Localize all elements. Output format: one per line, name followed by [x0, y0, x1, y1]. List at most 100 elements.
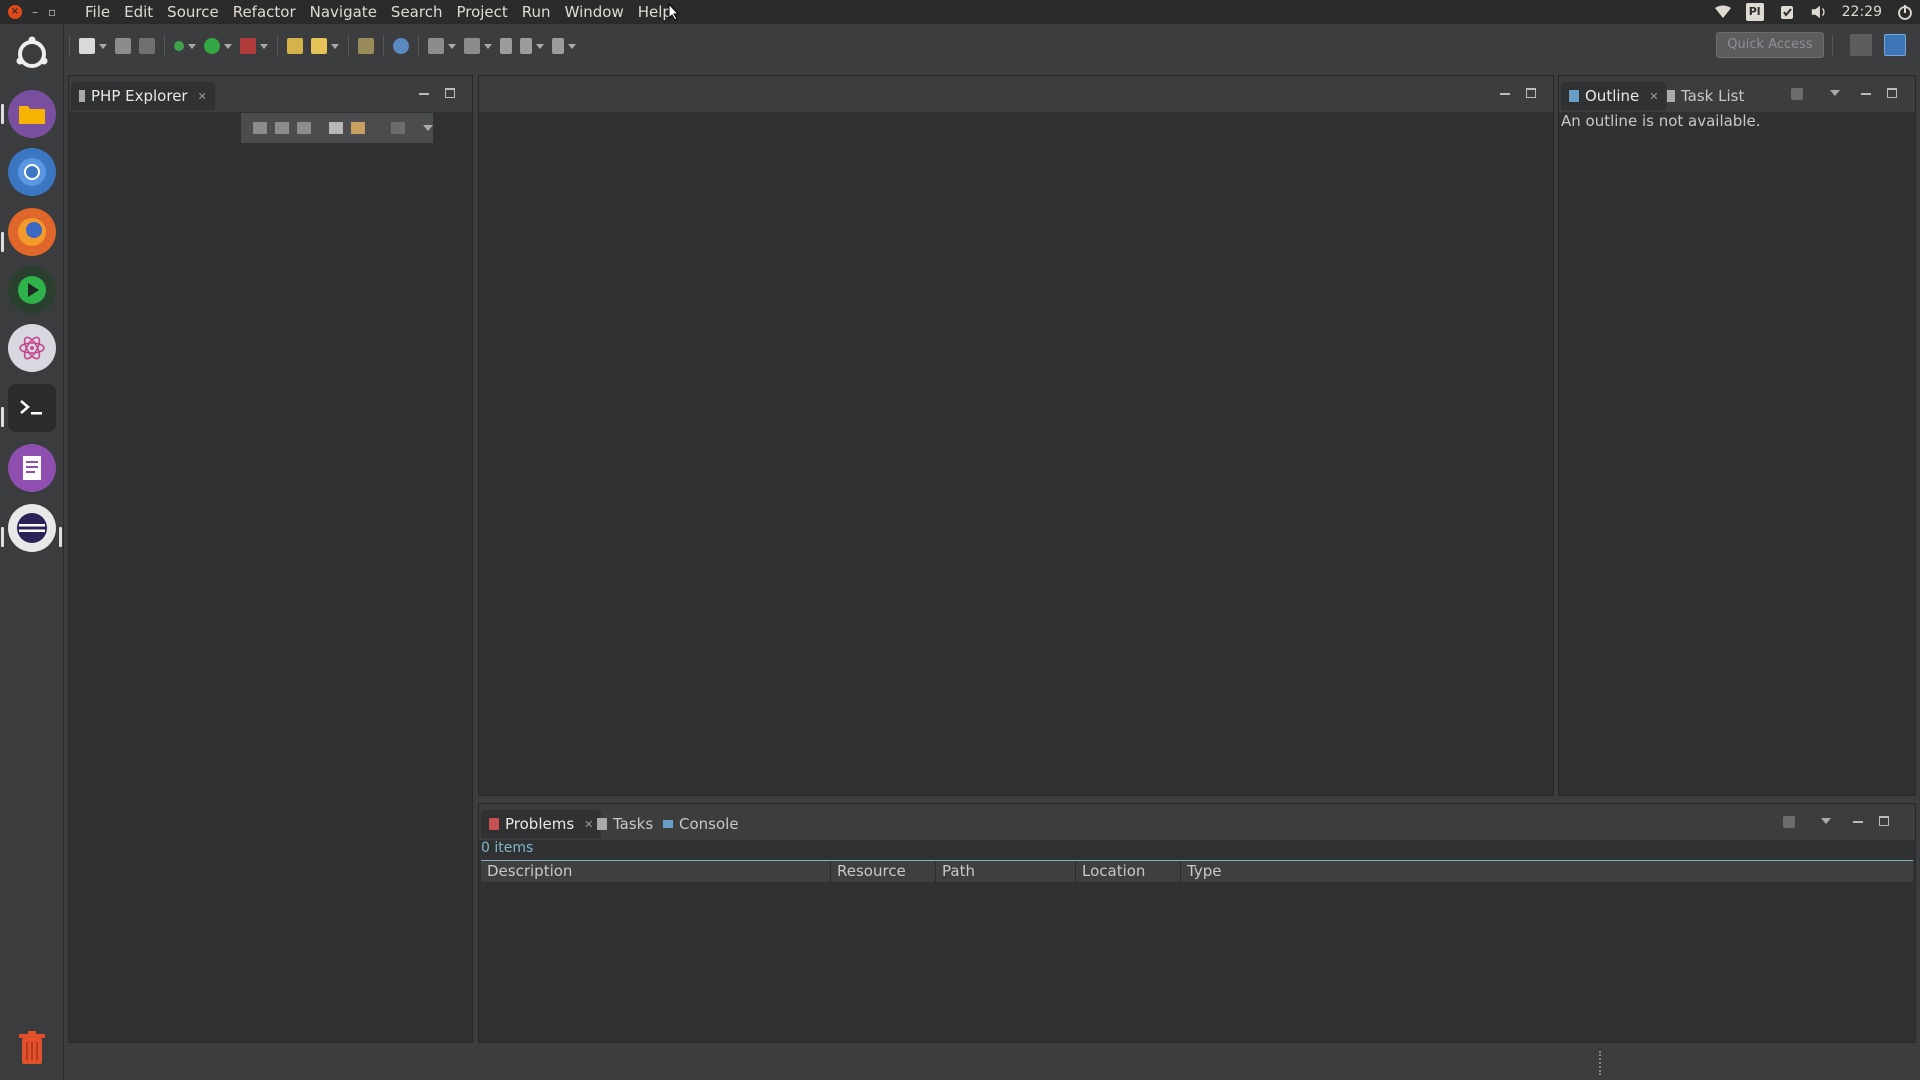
toolbar-separator — [418, 35, 419, 57]
tab-outline[interactable]: Outline ✕ — [1561, 82, 1667, 110]
close-icon[interactable]: ✕ — [198, 90, 207, 103]
chevron-down-icon[interactable] — [448, 43, 456, 49]
minimize-view-icon[interactable] — [1860, 88, 1872, 100]
firefox-icon[interactable] — [8, 208, 56, 256]
quick-access-input[interactable]: Quick Access — [1716, 32, 1824, 58]
view-menu-icon[interactable] — [1830, 90, 1840, 96]
open-perspective-icon[interactable] — [1850, 34, 1872, 56]
focused-indicator — [59, 527, 62, 547]
highlight-icon[interactable] — [358, 38, 374, 54]
column-header-path[interactable]: Path — [936, 861, 1076, 882]
wifi-icon[interactable] — [1714, 4, 1732, 20]
media-player-icon[interactable] — [8, 266, 56, 314]
chevron-down-icon[interactable] — [260, 43, 268, 49]
menu-project[interactable]: Project — [449, 0, 514, 24]
console-icon — [663, 820, 673, 828]
problems-items-count: 0 items — [481, 840, 534, 856]
minimize-view-icon[interactable] — [418, 88, 430, 100]
menu-window[interactable]: Window — [558, 0, 631, 24]
new-wizard-icon[interactable] — [311, 38, 327, 54]
search-icon[interactable] — [393, 38, 409, 54]
restore-window-icon[interactable]: ▫ — [48, 5, 56, 19]
focus-icon[interactable] — [391, 122, 405, 134]
forward-icon[interactable] — [275, 122, 289, 134]
up-icon[interactable] — [297, 122, 311, 134]
eclipse-ide-icon[interactable] — [8, 504, 56, 552]
maximize-view-icon[interactable] — [445, 88, 455, 98]
toolbar-separator — [1832, 35, 1833, 57]
save-icon[interactable] — [115, 38, 131, 54]
close-window-icon[interactable]: × — [8, 5, 22, 19]
last-edit-icon[interactable] — [500, 38, 512, 54]
maximize-view-icon[interactable] — [1887, 88, 1897, 98]
close-icon[interactable]: ✕ — [1649, 90, 1658, 103]
column-header-resource[interactable]: Resource — [831, 861, 936, 882]
terminal-icon[interactable] — [8, 384, 56, 432]
previous-annotation-icon[interactable] — [464, 38, 480, 54]
status-bar-grip[interactable] — [1599, 1051, 1601, 1075]
ubuntu-dash-icon[interactable] — [8, 30, 56, 78]
files-icon[interactable] — [8, 90, 56, 138]
menu-navigate[interactable]: Navigate — [303, 0, 384, 24]
trash-icon[interactable] — [8, 1024, 56, 1072]
tab-console[interactable]: Console — [655, 810, 747, 838]
launcher-dock — [0, 24, 64, 1080]
back-icon[interactable] — [253, 122, 267, 134]
column-header-location[interactable]: Location — [1076, 861, 1181, 882]
minimize-view-icon[interactable] — [1499, 88, 1511, 100]
menu-search[interactable]: Search — [384, 0, 450, 24]
column-header-type[interactable]: Type — [1181, 861, 1913, 882]
volume-icon[interactable] — [1810, 4, 1828, 20]
keyboard-layout-indicator[interactable]: Pl — [1745, 3, 1764, 21]
new-file-icon[interactable] — [79, 38, 95, 54]
chevron-down-icon[interactable] — [536, 43, 544, 49]
text-editor-icon[interactable] — [8, 444, 56, 492]
problems-header: Problems ✕ Tasks Console — [479, 804, 1915, 840]
tab-task-list[interactable]: Task List — [1659, 82, 1752, 110]
maximize-view-icon[interactable] — [1526, 88, 1536, 98]
window-controls: × – ▫ — [0, 5, 78, 19]
menu-source[interactable]: Source — [160, 0, 226, 24]
chevron-down-icon[interactable] — [224, 43, 232, 49]
collapse-all-icon[interactable] — [329, 122, 343, 134]
view-menu-icon[interactable] — [423, 125, 433, 131]
system-tray: Pl 22:29 — [1714, 0, 1914, 24]
tab-problems[interactable]: Problems ✕ — [481, 810, 602, 838]
open-folder-icon[interactable] — [287, 38, 303, 54]
minimize-view-icon[interactable] — [1852, 816, 1864, 828]
column-header-description[interactable]: Description — [481, 861, 831, 882]
tab-php-explorer-label: PHP Explorer — [91, 87, 188, 105]
chevron-down-icon[interactable] — [331, 43, 339, 49]
running-indicator — [1, 527, 4, 547]
save-all-icon[interactable] — [139, 38, 155, 54]
debug-icon[interactable] — [174, 41, 184, 51]
tab-tasks[interactable]: Tasks — [589, 810, 661, 838]
back-arrow-icon[interactable] — [520, 38, 532, 54]
atom-editor-icon[interactable] — [8, 324, 56, 372]
view-menu-icon[interactable] — [1821, 818, 1831, 824]
tab-php-explorer[interactable]: PHP Explorer ✕ — [71, 82, 215, 110]
focus-icon[interactable] — [1783, 816, 1795, 828]
clock[interactable]: 22:29 — [1842, 4, 1882, 20]
php-perspective-icon[interactable] — [1884, 34, 1906, 56]
link-with-editor-icon[interactable] — [351, 122, 365, 134]
editor-area[interactable] — [478, 75, 1554, 796]
menu-edit[interactable]: Edit — [117, 0, 160, 24]
run-icon[interactable] — [204, 38, 220, 54]
updates-icon[interactable] — [1778, 4, 1796, 20]
chevron-down-icon[interactable] — [99, 43, 107, 49]
maximize-view-icon[interactable] — [1879, 816, 1889, 826]
menu-refactor[interactable]: Refactor — [226, 0, 303, 24]
minimize-window-icon[interactable]: – — [32, 5, 38, 19]
power-icon[interactable] — [1896, 4, 1914, 20]
forward-arrow-icon[interactable] — [552, 38, 564, 54]
chromium-browser-icon[interactable] — [8, 148, 56, 196]
external-tools-icon[interactable] — [240, 38, 256, 54]
next-annotation-icon[interactable] — [428, 38, 444, 54]
chevron-down-icon[interactable] — [484, 43, 492, 49]
chevron-down-icon[interactable] — [568, 43, 576, 49]
chevron-down-icon[interactable] — [188, 43, 196, 49]
menu-file[interactable]: File — [78, 0, 117, 24]
menu-run[interactable]: Run — [515, 0, 558, 24]
focus-icon[interactable] — [1791, 88, 1803, 100]
